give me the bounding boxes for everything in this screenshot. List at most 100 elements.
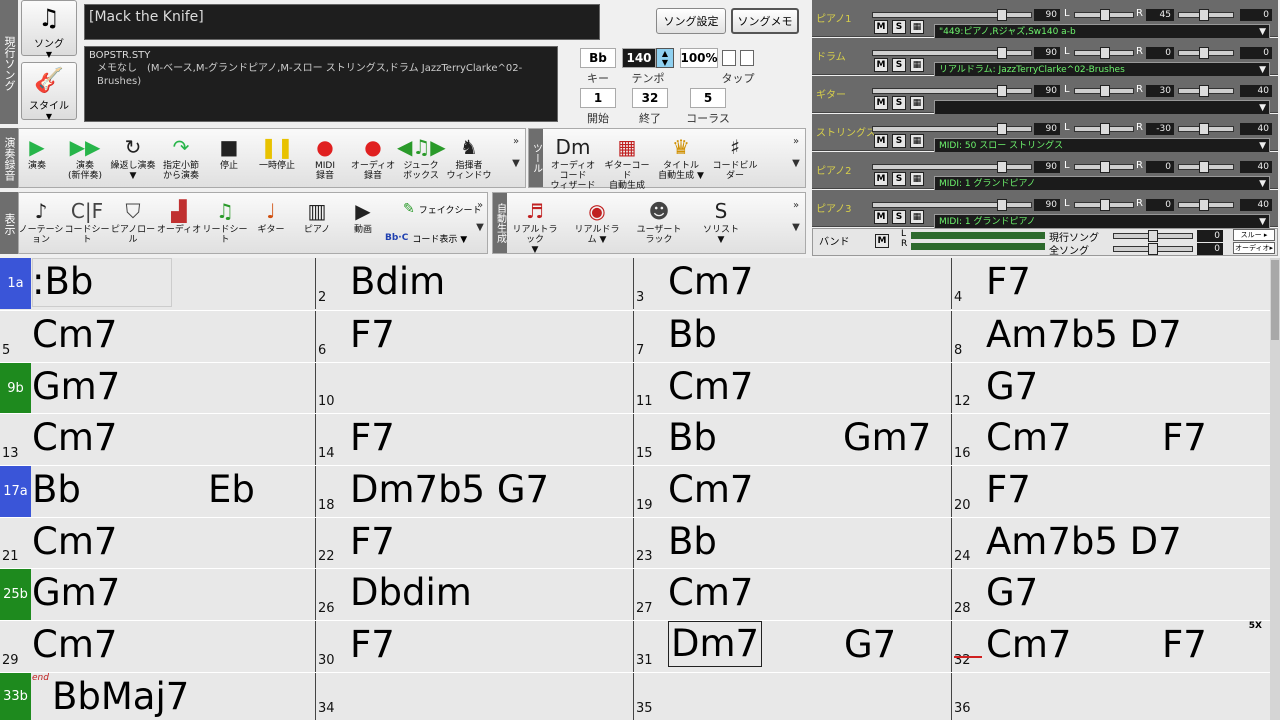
chord-symbol[interactable]: Gm7: [843, 416, 931, 459]
play-toolbar-scroll[interactable]: » ▼: [508, 136, 524, 169]
bar-17[interactable]: 17a Bb Eb: [0, 466, 316, 517]
mute-button[interactable]: M: [874, 134, 888, 148]
band-mute-button[interactable]: M: [875, 234, 889, 248]
bar-5[interactable]: 5 Cm7: [0, 311, 316, 362]
bar-16[interactable]: 16 Cm7 F7: [952, 414, 1270, 465]
bar-20[interactable]: 20 F7: [952, 466, 1270, 517]
pan-value[interactable]: 0: [1146, 47, 1174, 59]
patch-selector[interactable]: MIDI: 1 グランドピアノ ▼: [934, 176, 1270, 191]
guitar-button[interactable]: ♩ ギター: [247, 197, 295, 235]
chord-symbol[interactable]: BbMaj7: [52, 675, 189, 718]
audio-button[interactable]: オーディオ▸: [1233, 242, 1275, 254]
bar-14[interactable]: 14 F7: [316, 414, 634, 465]
title-auto-button[interactable]: ♛ タイトル 自動生成 ▼: [657, 133, 705, 181]
tempo-value[interactable]: 140: [622, 48, 656, 68]
pause-button[interactable]: ❚❚ 一時停止: [253, 133, 301, 171]
piano-roll-button[interactable]: ⛉ ピアノロール: [109, 197, 157, 245]
keyboard-icon[interactable]: ▦: [910, 20, 924, 34]
bar-21[interactable]: 21 Cm7: [0, 518, 316, 568]
midi-record-button[interactable]: ● MIDI 録音: [301, 133, 349, 181]
chord-symbol[interactable]: F7: [350, 520, 395, 563]
track-name[interactable]: ストリングス: [816, 124, 876, 139]
patch-selector[interactable]: MIDI: 50 スロー ストリングス ▼: [934, 138, 1270, 153]
solo-button[interactable]: S: [892, 210, 906, 224]
real-drums-button[interactable]: ◉ リアルドラム ▼: [573, 197, 621, 245]
bar-28[interactable]: 28 G7: [952, 569, 1270, 620]
song-settings-button[interactable]: ソング設定: [656, 8, 726, 34]
slew-button[interactable]: スルー ▸: [1233, 229, 1275, 241]
piano-button[interactable]: ▥ ピアノ: [293, 197, 341, 235]
volume-value[interactable]: 90: [1034, 85, 1060, 97]
pan-slider[interactable]: [1074, 161, 1134, 173]
guitar-chord-auto-button[interactable]: ▦ ギターコード 自動生成: [603, 133, 651, 191]
chorus-value[interactable]: 5: [690, 88, 726, 108]
tempo-half-button[interactable]: [722, 50, 736, 66]
all-songs-volume-slider[interactable]: [1113, 243, 1193, 255]
pan-value[interactable]: 45: [1146, 9, 1174, 21]
chord-symbol[interactable]: F7: [1162, 416, 1207, 459]
view-toolbar-scroll[interactable]: » ▼: [472, 200, 488, 233]
chord-symbol[interactable]: Dm7b5 G7: [350, 468, 549, 511]
volume-value[interactable]: 90: [1034, 161, 1060, 173]
reverb-value[interactable]: 40: [1240, 161, 1272, 173]
track-name[interactable]: ピアノ2: [816, 162, 851, 177]
chord-symbol[interactable]: G7: [986, 365, 1038, 408]
video-button[interactable]: ▶ 動画: [339, 197, 387, 235]
end-value[interactable]: 32: [632, 88, 668, 108]
volume-value[interactable]: 90: [1034, 199, 1060, 211]
bar-10[interactable]: 10: [316, 363, 634, 413]
bar-3[interactable]: 3 Cm7: [634, 258, 952, 309]
mute-button[interactable]: M: [874, 96, 888, 110]
section-marker[interactable]: 9b: [0, 363, 31, 413]
keyboard-icon[interactable]: ▦: [910, 96, 924, 110]
keyboard-icon[interactable]: ▦: [910, 58, 924, 72]
chord-symbol[interactable]: Cm7: [668, 260, 753, 303]
pan-slider[interactable]: [1074, 199, 1134, 211]
section-marker[interactable]: 17a: [0, 466, 31, 517]
bar-8[interactable]: 8 Am7b5 D7: [952, 311, 1270, 362]
key-value[interactable]: Bb: [580, 48, 616, 68]
bar-24[interactable]: 24 Am7b5 D7: [952, 518, 1270, 568]
chord-sheet-scrollbar[interactable]: [1270, 258, 1280, 720]
bar-32[interactable]: 32 Cm7 F7 5X: [952, 621, 1270, 672]
chord-symbol[interactable]: Bdim: [350, 260, 445, 303]
volume-value[interactable]: 90: [1034, 123, 1060, 135]
chord-symbol[interactable]: F7: [350, 313, 395, 356]
chord-symbol[interactable]: Gm7: [32, 365, 120, 408]
track-name[interactable]: ピアノ1: [816, 10, 851, 25]
pan-slider[interactable]: [1074, 123, 1134, 135]
pan-slider[interactable]: [1074, 85, 1134, 97]
volume-value[interactable]: 90: [1034, 47, 1060, 59]
mute-button[interactable]: M: [874, 172, 888, 186]
bar-35[interactable]: 35: [634, 673, 952, 720]
chord-symbol[interactable]: Dbdim: [350, 571, 472, 614]
chord-symbol[interactable]: F7: [986, 468, 1031, 511]
bar-33[interactable]: 33b BbMaj7 end: [0, 673, 316, 720]
mute-button[interactable]: M: [874, 58, 888, 72]
loop-play-button[interactable]: ↻ 繰返し演奏 ▼: [109, 133, 157, 181]
bar-30[interactable]: 30 F7: [316, 621, 634, 672]
bar-2[interactable]: 2 Bdim: [316, 258, 634, 309]
chord-display-button[interactable]: Bb·C コード表示 ▼: [385, 227, 485, 249]
style-button[interactable]: 🎸 スタイル ▼: [21, 62, 77, 121]
song-button[interactable]: ♫ ソング ▼: [21, 0, 77, 59]
notation-button[interactable]: ♪ ノーテーション: [17, 197, 65, 245]
audio-button[interactable]: ▟ オーディオ: [155, 197, 203, 235]
bar-34[interactable]: 34: [316, 673, 634, 720]
solo-button[interactable]: S: [892, 58, 906, 72]
volume-slider[interactable]: [872, 47, 1032, 59]
pan-value[interactable]: 30: [1146, 85, 1174, 97]
mute-button[interactable]: M: [874, 210, 888, 224]
chord-symbol[interactable]: Cm7: [986, 623, 1071, 666]
volume-slider[interactable]: [872, 123, 1032, 135]
user-tracks-button[interactable]: ☻ ユーザートラック: [635, 197, 683, 245]
bar-23[interactable]: 23 Bb: [634, 518, 952, 568]
reverb-value[interactable]: 40: [1240, 199, 1272, 211]
bar-4[interactable]: 4 F7: [952, 258, 1270, 309]
patch-selector[interactable]: "449:ピアノ,Rジャズ,Sw140 a-b ▼: [934, 24, 1270, 39]
chord-sheet-button[interactable]: C|F コードシート: [63, 197, 111, 245]
bar-11[interactable]: 11 Cm7: [634, 363, 952, 413]
start-value[interactable]: 1: [580, 88, 616, 108]
solo-button[interactable]: S: [892, 96, 906, 110]
current-song-volume[interactable]: 0: [1197, 230, 1223, 242]
